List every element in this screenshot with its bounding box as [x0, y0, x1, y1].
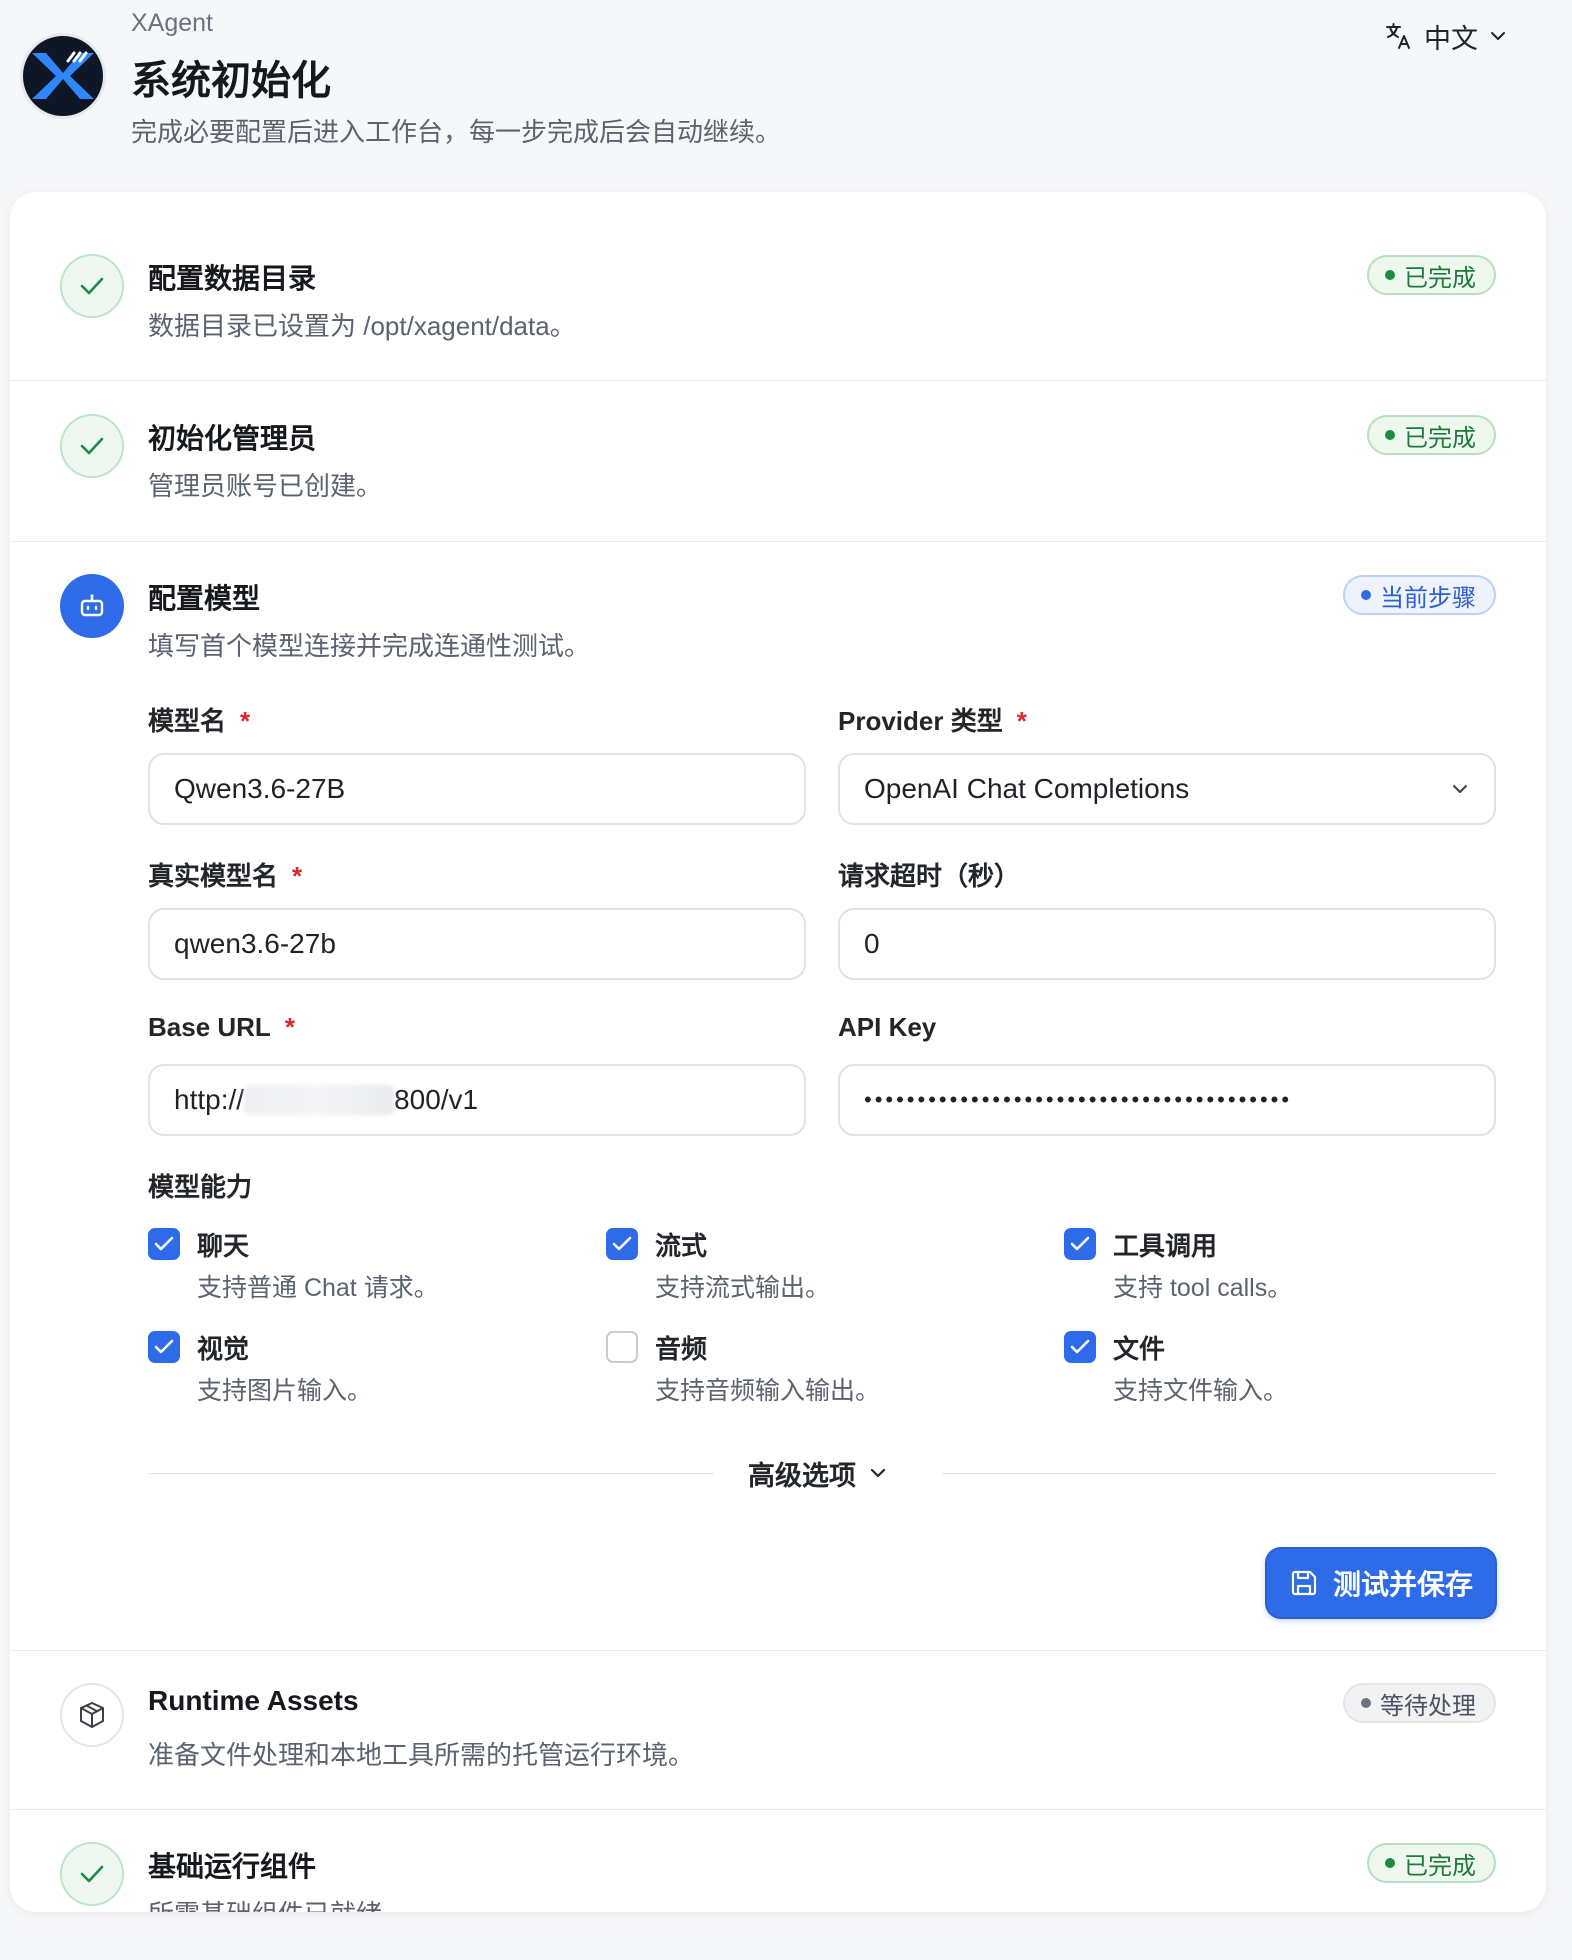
- provider-type-label: Provider 类型 *: [838, 706, 1027, 736]
- status-dot: [1361, 1698, 1371, 1708]
- robot-icon: [60, 574, 124, 638]
- model-name-input[interactable]: Qwen3.6-27B: [148, 753, 806, 825]
- test-and-save-button[interactable]: 测试并保存: [1265, 1547, 1497, 1619]
- setup-card: 配置数据目录 数据目录已设置为 /opt/xagent/data。 已完成 初始…: [10, 192, 1546, 1912]
- package-icon: [60, 1683, 124, 1747]
- api-key-input[interactable]: ••••••••••••••••••••••••••••••••••••••••: [838, 1064, 1496, 1136]
- status-badge: 已完成: [1367, 255, 1496, 295]
- app-name: XAgent: [131, 9, 214, 37]
- chevron-down-icon: [1491, 32, 1505, 40]
- provider-type-select[interactable]: OpenAI Chat Completions: [838, 753, 1496, 825]
- status-dot: [1385, 430, 1395, 440]
- step-desc-runtime-assets: 准备文件处理和本地工具所需的托管运行环境。: [148, 1740, 695, 1770]
- chevron-down-icon: [1453, 785, 1467, 793]
- step-desc-data-dir: 数据目录已设置为 /opt/xagent/data。: [148, 311, 576, 341]
- step-divider: [10, 1650, 1546, 1651]
- language-label: 中文: [1424, 23, 1478, 54]
- step-desc-base-components: 所需基础组件已就绪。: [148, 1894, 408, 1912]
- save-icon: [1291, 1570, 1317, 1596]
- step-divider: [10, 541, 1546, 542]
- status-badge-label: 已完成: [1404, 1852, 1476, 1880]
- checkbox-checked[interactable]: [1064, 1228, 1096, 1260]
- model-name-label: 模型名 *: [148, 706, 251, 736]
- checkbox-checked[interactable]: [606, 1228, 638, 1260]
- capability-stream[interactable]: 流式 支持流式输出。: [606, 1226, 1026, 1316]
- check-icon: [60, 414, 124, 478]
- advanced-divider-left: [148, 1473, 714, 1474]
- capability-vision[interactable]: 视觉 支持图片输入。: [148, 1329, 568, 1419]
- status-badge: 已完成: [1367, 415, 1496, 455]
- app-logo: [20, 33, 106, 119]
- checkbox-checked[interactable]: [148, 1228, 180, 1260]
- chevron-down-icon: [870, 1468, 886, 1478]
- step-title-base-components: 基础运行组件: [148, 1851, 317, 1882]
- timeout-label: 请求超时（秒）: [838, 861, 1021, 891]
- translate-icon: [1386, 23, 1410, 49]
- real-model-name-input[interactable]: qwen3.6-27b: [148, 908, 806, 980]
- capability-tools[interactable]: 工具调用 支持 tool calls。: [1064, 1226, 1484, 1316]
- status-badge-label: 等待处理: [1380, 1692, 1476, 1720]
- capabilities-title: 模型能力: [148, 1172, 253, 1202]
- api-key-label: API Key: [838, 1012, 937, 1042]
- capability-file[interactable]: 文件 支持文件输入。: [1064, 1329, 1484, 1419]
- status-badge-label: 已完成: [1404, 424, 1476, 452]
- status-badge: 当前步骤: [1343, 575, 1496, 615]
- status-badge-label: 当前步骤: [1380, 584, 1476, 612]
- step-title-admin: 初始化管理员: [148, 423, 317, 454]
- checkbox-checked[interactable]: [148, 1331, 180, 1363]
- status-badge: 已完成: [1367, 1843, 1496, 1883]
- real-model-name-label: 真实模型名 *: [148, 861, 303, 891]
- page-title: 系统初始化: [131, 59, 331, 103]
- check-icon: [60, 1842, 124, 1906]
- step-title-data-dir: 配置数据目录: [148, 263, 317, 294]
- status-dot: [1385, 1858, 1395, 1868]
- status-dot: [1385, 270, 1395, 280]
- step-title-runtime-assets: Runtime Assets: [148, 1685, 359, 1716]
- advanced-options-toggle[interactable]: 高级选项: [748, 1454, 888, 1492]
- checkbox-checked[interactable]: [1064, 1331, 1096, 1363]
- step-divider: [10, 380, 1546, 381]
- step-title-model: 配置模型: [148, 583, 261, 614]
- step-divider: [10, 1809, 1546, 1810]
- status-badge-label: 已完成: [1404, 264, 1476, 292]
- capability-audio[interactable]: 音频 支持音频输入输出。: [606, 1329, 1026, 1419]
- base-url-input[interactable]: http://800/v1: [148, 1064, 806, 1136]
- checkbox-unchecked[interactable]: [606, 1331, 638, 1363]
- status-badge: 等待处理: [1343, 1683, 1496, 1723]
- capability-chat[interactable]: 聊天 支持普通 Chat 请求。: [148, 1226, 568, 1316]
- redacted-host: [244, 1085, 395, 1115]
- xagent-logo-icon: [32, 51, 94, 99]
- timeout-input[interactable]: 0: [838, 908, 1496, 980]
- page-subtitle: 完成必要配置后进入工作台，每一步完成后会自动继续。: [131, 117, 782, 147]
- step-desc-model: 填写首个模型连接并完成连通性测试。: [148, 631, 591, 661]
- check-icon: [60, 254, 124, 318]
- status-dot: [1361, 590, 1371, 600]
- step-desc-admin: 管理员账号已创建。: [148, 471, 383, 501]
- base-url-label: Base URL *: [148, 1012, 295, 1042]
- language-switcher[interactable]: 中文: [1384, 18, 1508, 54]
- advanced-divider-right: [942, 1473, 1497, 1474]
